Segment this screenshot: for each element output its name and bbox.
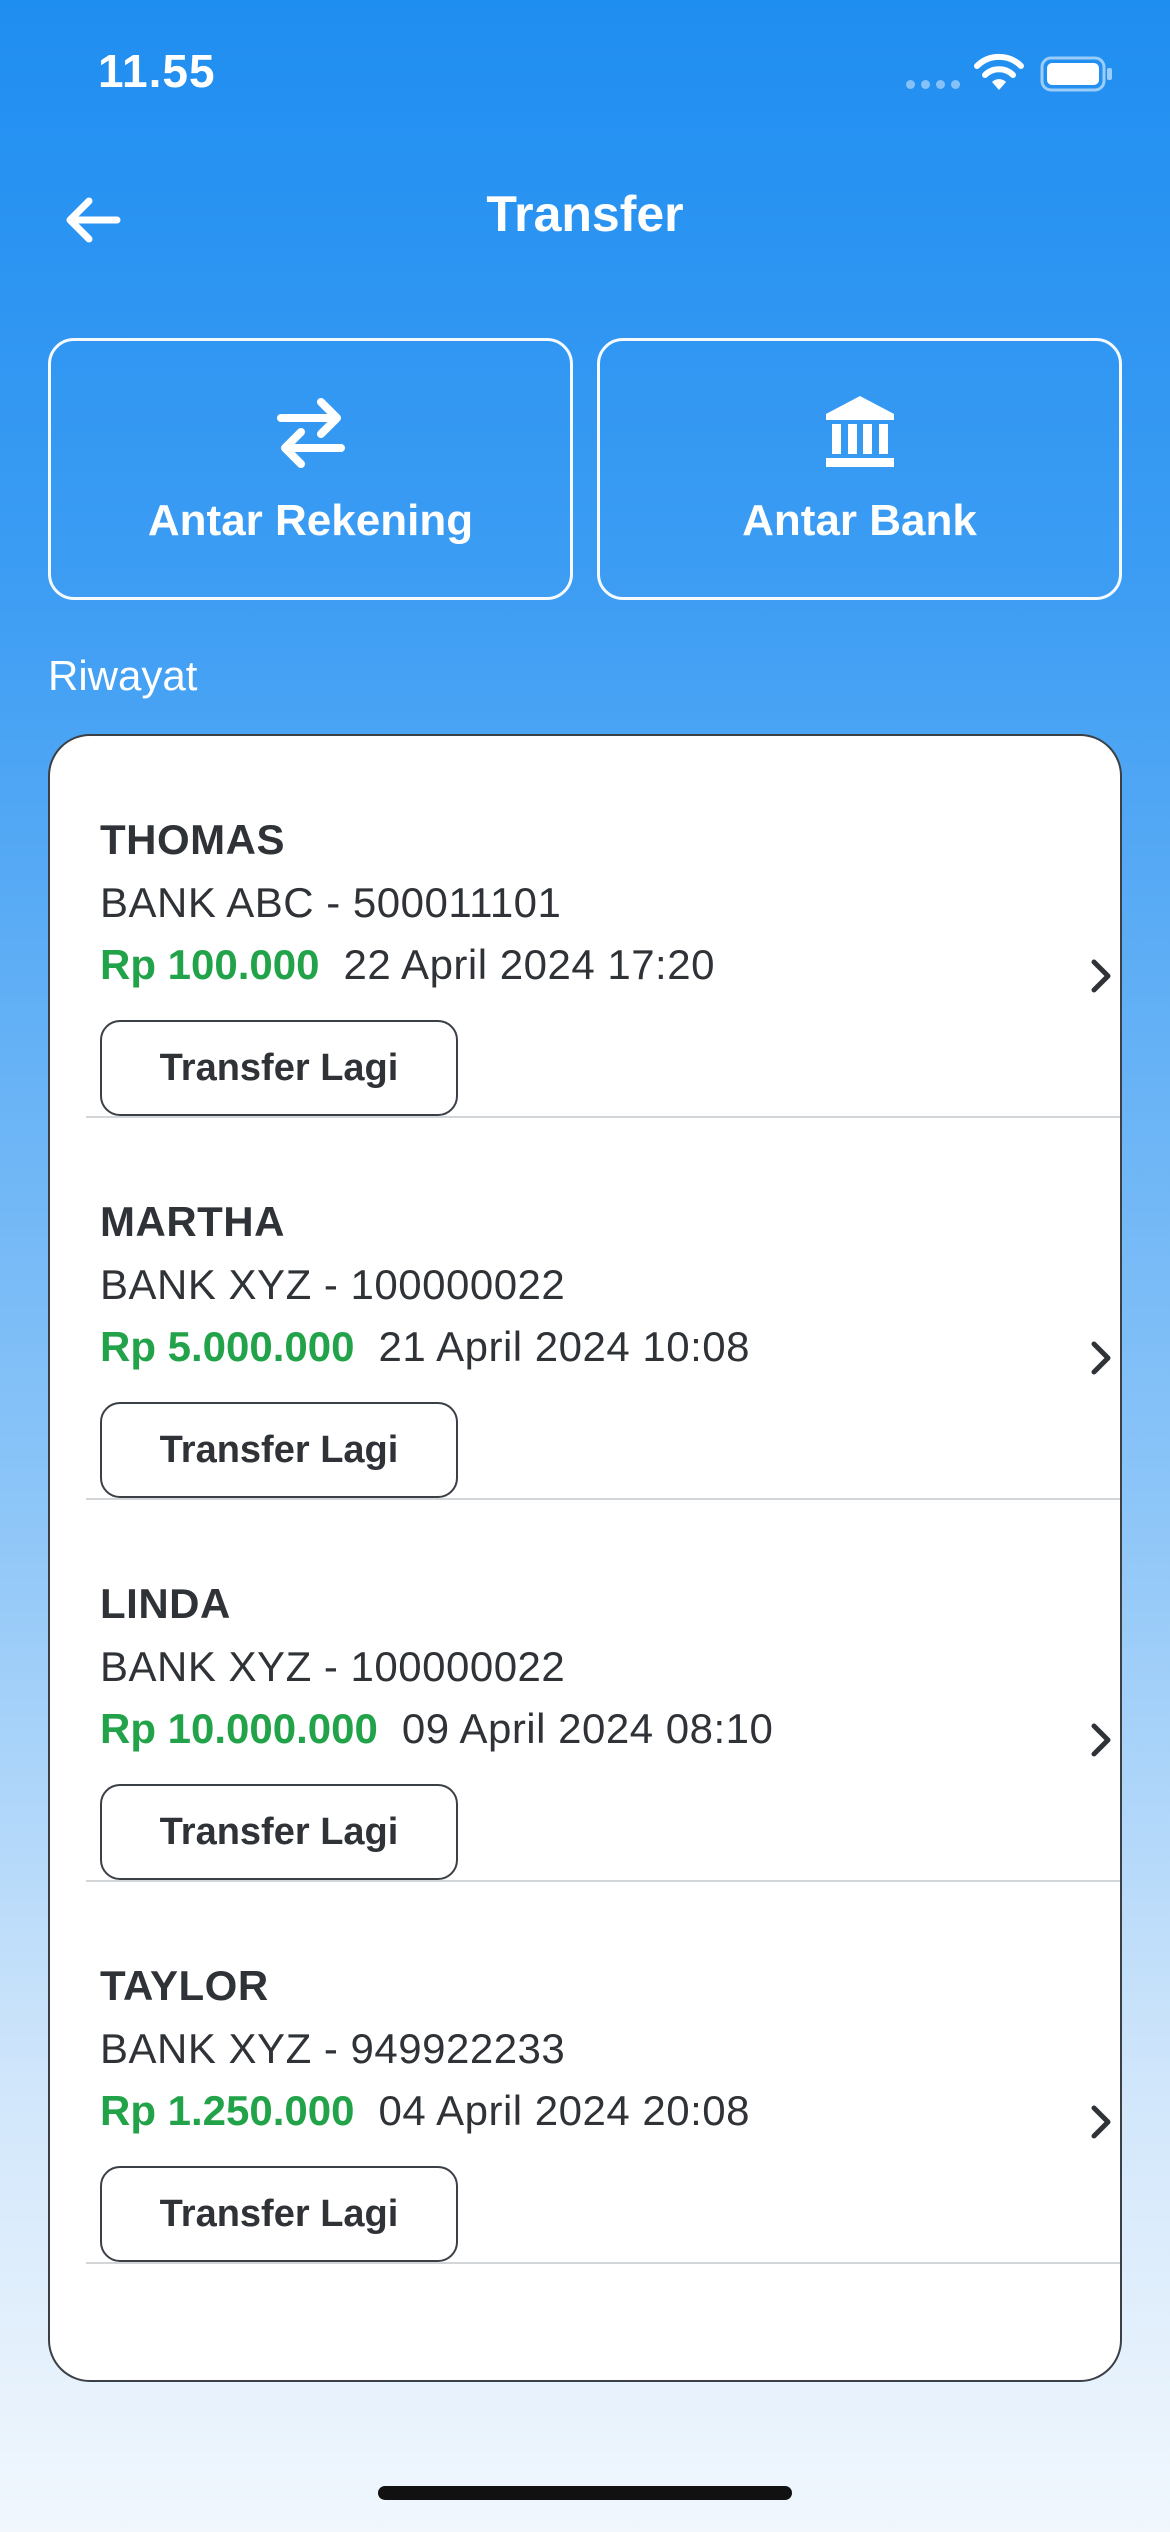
transaction-info: Rp 1.250.000 04 April 2024 20:08 [100, 2087, 750, 2135]
history-section-label: Riwayat [48, 652, 198, 699]
chevron-right-icon [1091, 2105, 1111, 2139]
transaction-amount: Rp 5.000.000 [100, 1323, 355, 1370]
app-header: Transfer [0, 165, 1170, 275]
antar-bank-button[interactable]: Antar Bank [597, 338, 1122, 600]
history-item[interactable]: THOMAS BANK ABC - 500011101 Rp 100.000 22… [50, 736, 1120, 1118]
recipient-account: BANK XYZ - 100000022 [100, 1643, 566, 1690]
recipient-account: BANK XYZ - 100000022 [100, 1261, 566, 1308]
transfer-again-button[interactable]: Transfer Lagi [100, 1784, 458, 1880]
recipient-name: LINDA [100, 1580, 231, 1627]
bank-building-icon [825, 396, 894, 467]
status-time: 11.55 [98, 45, 216, 97]
recipient-account: BANK ABC - 500011101 [100, 879, 562, 926]
page-title: Transfer [486, 186, 684, 242]
recipient-account: BANK XYZ - 949922233 [100, 2025, 566, 2072]
wifi-icon [974, 53, 1024, 90]
transaction-datetime: 22 April 2024 17:20 [343, 941, 715, 988]
history-item[interactable]: TAYLOR BANK XYZ - 949922233 Rp 1.250.000… [50, 1882, 1120, 2264]
cellular-signal-icon [906, 80, 960, 89]
transfer-again-button[interactable]: Transfer Lagi [100, 1402, 458, 1498]
transaction-datetime: 21 April 2024 10:08 [378, 1323, 750, 1370]
transaction-info: Rp 100.000 22 April 2024 17:20 [100, 941, 715, 989]
transaction-amount: Rp 10.000.000 [100, 1705, 378, 1752]
transfer-again-button[interactable]: Transfer Lagi [100, 1020, 458, 1116]
recipient-name: TAYLOR [100, 1962, 269, 2009]
divider [86, 2262, 1120, 2264]
history-list: THOMAS BANK ABC - 500011101 Rp 100.000 22… [48, 734, 1122, 2382]
transfer-type-actions: Antar Rekening Antar Bank [48, 338, 1122, 600]
transaction-amount: Rp 1.250.000 [100, 2087, 355, 2134]
recipient-name: THOMAS [100, 816, 285, 863]
swap-arrows-icon [276, 398, 345, 468]
battery-icon [1040, 56, 1112, 92]
transaction-datetime: 04 April 2024 20:08 [378, 2087, 750, 2134]
antar-rekening-label: Antar Rekening [147, 496, 474, 545]
chevron-right-icon [1091, 1723, 1111, 1757]
transfer-again-button[interactable]: Transfer Lagi [100, 2166, 458, 2262]
transaction-amount: Rp 100.000 [100, 941, 320, 988]
antar-bank-label: Antar Bank [742, 496, 977, 545]
status-bar: 11.55 [0, 0, 1170, 150]
history-item[interactable]: MARTHA BANK XYZ - 100000022 Rp 5.000.000… [50, 1118, 1120, 1500]
chevron-right-icon [1091, 959, 1111, 993]
transaction-info: Rp 5.000.000 21 April 2024 10:08 [100, 1323, 750, 1371]
transaction-info: Rp 10.000.000 09 April 2024 08:10 [100, 1705, 773, 1753]
history-item[interactable]: LINDA BANK XYZ - 100000022 Rp 10.000.000… [50, 1500, 1120, 1882]
home-indicator [378, 2486, 792, 2500]
antar-rekening-button[interactable]: Antar Rekening [48, 338, 573, 600]
recipient-name: MARTHA [100, 1198, 285, 1245]
transaction-datetime: 09 April 2024 08:10 [401, 1705, 774, 1752]
chevron-right-icon [1091, 1341, 1111, 1375]
